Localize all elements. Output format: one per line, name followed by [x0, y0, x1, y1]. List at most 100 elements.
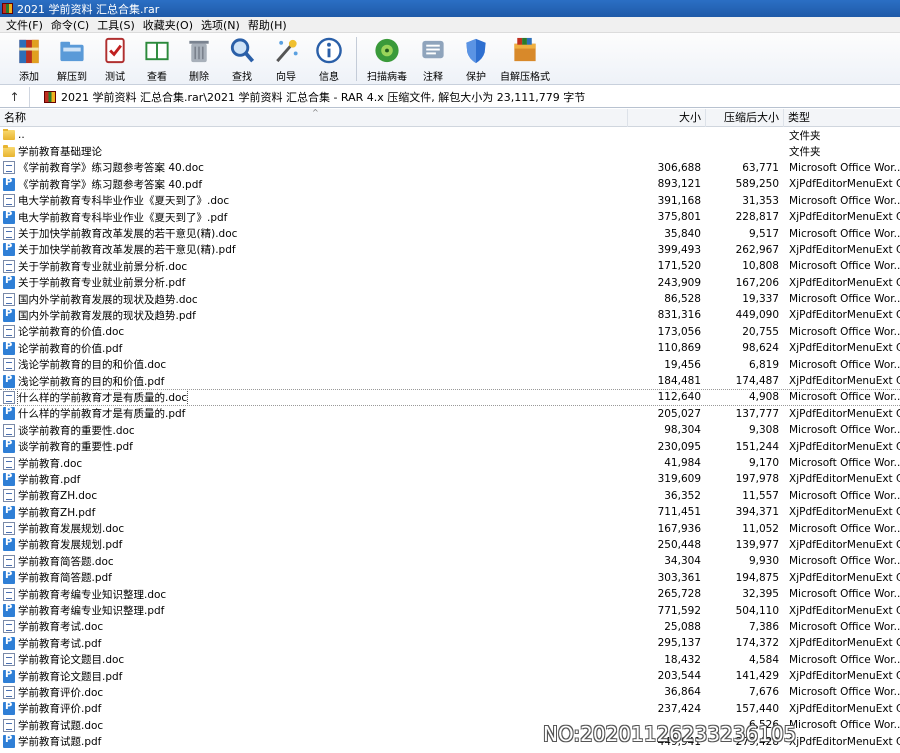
file-type: 文件夹: [789, 129, 821, 142]
file-name: 什么样的学前教育才是有质量的.doc: [16, 389, 189, 405]
menu-favorites[interactable]: 收藏夹(O): [139, 17, 197, 33]
protect-button[interactable]: 保护: [455, 33, 497, 83]
file-row[interactable]: 学前教育考编专业知识整理.pdf 771,592 504,110 XjPdfEdito…: [0, 602, 900, 618]
add-archive-icon: [19, 39, 39, 64]
file-row[interactable]: 学前教育评价.pdf 237,424 157,440 XjPdfEditorMenuE…: [0, 701, 900, 717]
file-type: XjPdfEditorMenuExt C...: [789, 440, 900, 453]
file-row[interactable]: 学前教育发展规划.doc 167,936 11,052 Microsoft Offic…: [0, 520, 900, 536]
file-row[interactable]: 国内外学前教育发展的现状及趋势.pdf 831,316 449,090 XjPdfEd…: [0, 307, 900, 323]
file-row[interactable]: 什么样的学前教育才是有质量的.doc 112,640 4,908 Microsoft …: [0, 389, 900, 406]
file-row[interactable]: 学前教育简答题.pdf 303,361 194,875 XjPdfEditorMenu…: [0, 570, 900, 586]
file-type: Microsoft Office Wor...: [789, 161, 900, 174]
file-row[interactable]: 《学前教育学》练习题参考答案 40.doc 306,688 63,771 Micros…: [0, 160, 900, 176]
column-name[interactable]: 名称 ^: [0, 108, 628, 127]
wizard-button[interactable]: 向导: [264, 33, 308, 83]
sfx-button[interactable]: 自解压格式: [497, 33, 553, 83]
file-type: Microsoft Office Wor...: [789, 424, 900, 437]
file-type: Microsoft Office Wor...: [789, 489, 900, 502]
file-row[interactable]: 论学前教育的价值.pdf 110,869 98,624 XjPdfEditorMenu…: [0, 340, 900, 356]
file-type: Microsoft Office Wor...: [789, 522, 900, 535]
file-size: 184,481: [657, 375, 701, 388]
file-row[interactable]: 学前教育论文题目.doc 18,432 4,584 Microsoft Office …: [0, 652, 900, 668]
file-packed-size: 32,395: [742, 588, 779, 601]
file-type: XjPdfEditorMenuExt C...: [789, 702, 900, 715]
file-packed-size: 98,624: [742, 342, 779, 355]
doc-file-icon: [3, 718, 15, 732]
file-name-cell: 学前教育评价.doc: [0, 685, 628, 700]
pdf-file-icon: [3, 669, 15, 683]
file-row[interactable]: 关于学前教育专业就业前景分析.doc 171,520 10,808 Microsoft…: [0, 258, 900, 274]
extract-button[interactable]: 解压到: [50, 33, 94, 83]
file-row[interactable]: 关于加快学前教育改革发展的若干意见(精).pdf 399,493 262,967 Xj…: [0, 242, 900, 258]
file-name: 学前教育.doc: [18, 457, 83, 470]
file-row[interactable]: 什么样的学前教育才是有质量的.pdf 205,027 137,777 XjPdfEdi…: [0, 406, 900, 422]
file-packed-size: 4,908: [748, 391, 779, 404]
column-type[interactable]: 类型: [784, 109, 900, 127]
doc-file-icon: [3, 620, 15, 634]
add-button[interactable]: 添加: [8, 33, 50, 83]
menu-help[interactable]: 帮助(H): [244, 17, 291, 33]
file-row[interactable]: 学前教育论文题目.pdf 203,544 141,429 XjPdfEditorMen…: [0, 668, 900, 684]
file-row[interactable]: 学前教育考编专业知识整理.doc 265,728 32,395 Microsoft O…: [0, 586, 900, 602]
file-row[interactable]: 学前教育考试.pdf 295,137 174,372 XjPdfEditorMenuE…: [0, 635, 900, 651]
file-row[interactable]: 学前教育.doc 41,984 9,170 Microsoft Office Wor.…: [0, 455, 900, 471]
up-arrow-icon: ↑: [9, 89, 20, 104]
file-name-cell: 国内外学前教育发展的现状及趋势.doc: [0, 292, 628, 307]
file-row[interactable]: 《学前教育学》练习题参考答案 40.pdf 893,121 589,250 XjPdf…: [0, 176, 900, 192]
file-type: Microsoft Office Wor...: [789, 194, 900, 207]
file-row[interactable]: 学前教育基础理论 文件夹: [0, 143, 900, 159]
column-packed[interactable]: 压缩后大小: [706, 109, 784, 127]
pdf-file-icon: [3, 275, 15, 290]
file-row[interactable]: 学前教育发展规划.pdf 250,448 139,977 XjPdfEditorMen…: [0, 537, 900, 553]
file-row[interactable]: 电大学前教育专科毕业作业《夏天到了》.pdf 375,801 228,817 XjPd…: [0, 209, 900, 225]
trash-icon: [189, 40, 209, 63]
file-row[interactable]: 学前教育ZH.doc 36,352 11,557 Microsoft Office W…: [0, 488, 900, 504]
address-bar: ↑ 2021 学前资料 汇总合集.rar\2021 学前资料 汇总合集 - RA…: [0, 86, 900, 108]
file-name-cell: 关于加快学前教育改革发展的若干意见(精).pdf: [0, 242, 628, 257]
menu-options[interactable]: 选项(N): [197, 17, 244, 33]
file-type: Microsoft Office Wor...: [789, 227, 900, 240]
file-row[interactable]: 论学前教育的价值.doc 173,056 20,755 Microsoft Offic…: [0, 324, 900, 340]
pdf-file-icon: [3, 242, 15, 257]
file-row[interactable]: 学前教育评价.doc 36,864 7,676 Microsoft Office Wo…: [0, 684, 900, 700]
file-type: XjPdfEditorMenuExt C...: [789, 735, 900, 748]
file-row[interactable]: 浅论学前教育的目的和价值.pdf 184,481 174,487 XjPdfEdito…: [0, 373, 900, 389]
comment-label: 注释: [423, 72, 443, 83]
file-packed-size: 9,930: [748, 555, 779, 568]
file-row[interactable]: 谈学前教育的重要性.pdf 230,095 151,244 XjPdfEditorMe…: [0, 438, 900, 454]
file-row[interactable]: 谈学前教育的重要性.doc 98,304 9,308 Microsoft Office…: [0, 422, 900, 438]
file-name-cell: 关于学前教育专业就业前景分析.doc: [0, 259, 628, 274]
virus-scan-button[interactable]: 扫描病毒: [363, 33, 411, 83]
pdf-file-icon: [3, 505, 15, 519]
delete-button[interactable]: 删除: [178, 33, 220, 83]
file-row[interactable]: 学前教育简答题.doc 34,304 9,930 Microsoft Office W…: [0, 553, 900, 569]
file-row[interactable]: .. 文件夹: [0, 127, 900, 143]
sort-ascending-icon: ^: [312, 108, 319, 117]
test-button[interactable]: 测试: [94, 33, 136, 83]
file-size: 319,609: [657, 473, 701, 486]
shield-icon: [466, 38, 486, 64]
file-row[interactable]: 浅论学前教育的目的和价值.doc 19,456 6,819 Microsoft Off…: [0, 356, 900, 372]
file-row[interactable]: 学前教育ZH.pdf 711,451 394,371 XjPdfEditorMenuE…: [0, 504, 900, 520]
file-name-cell: 论学前教育的价值.doc: [0, 324, 628, 339]
doc-file-icon: [3, 390, 15, 404]
view-button[interactable]: 查看: [136, 33, 178, 83]
file-row[interactable]: 电大学前教育专科毕业作业《夏天到了》.doc 391,168 31,353 Micro…: [0, 193, 900, 209]
column-size[interactable]: 大小: [628, 109, 706, 127]
file-row[interactable]: 关于学前教育专业就业前景分析.pdf 243,909 167,206 XjPdfEdi…: [0, 275, 900, 291]
file-name: 学前教育基础理论: [18, 146, 102, 159]
menu-tools[interactable]: 工具(S): [93, 17, 139, 33]
extract-folder-icon: [60, 41, 84, 62]
menu-commands[interactable]: 命令(C): [47, 17, 93, 33]
file-row[interactable]: 学前教育考试.doc 25,088 7,386 Microsoft Office Wo…: [0, 619, 900, 635]
menu-file[interactable]: 文件(F): [2, 17, 47, 33]
up-folder-button[interactable]: ↑: [0, 86, 30, 107]
info-button[interactable]: 信息: [308, 33, 350, 83]
file-packed-size: 31,353: [742, 194, 779, 207]
doc-file-icon: [3, 161, 15, 175]
comment-button[interactable]: 注释: [411, 33, 455, 83]
file-row[interactable]: 学前教育.pdf 319,609 197,978 XjPdfEditorMenuExt…: [0, 471, 900, 487]
find-button[interactable]: 查找: [220, 33, 264, 83]
file-row[interactable]: 国内外学前教育发展的现状及趋势.doc 86,528 19,337 Microsoft…: [0, 291, 900, 307]
file-row[interactable]: 关于加快学前教育改革发展的若干意见(精).doc 35,840 9,517 Micro…: [0, 225, 900, 241]
